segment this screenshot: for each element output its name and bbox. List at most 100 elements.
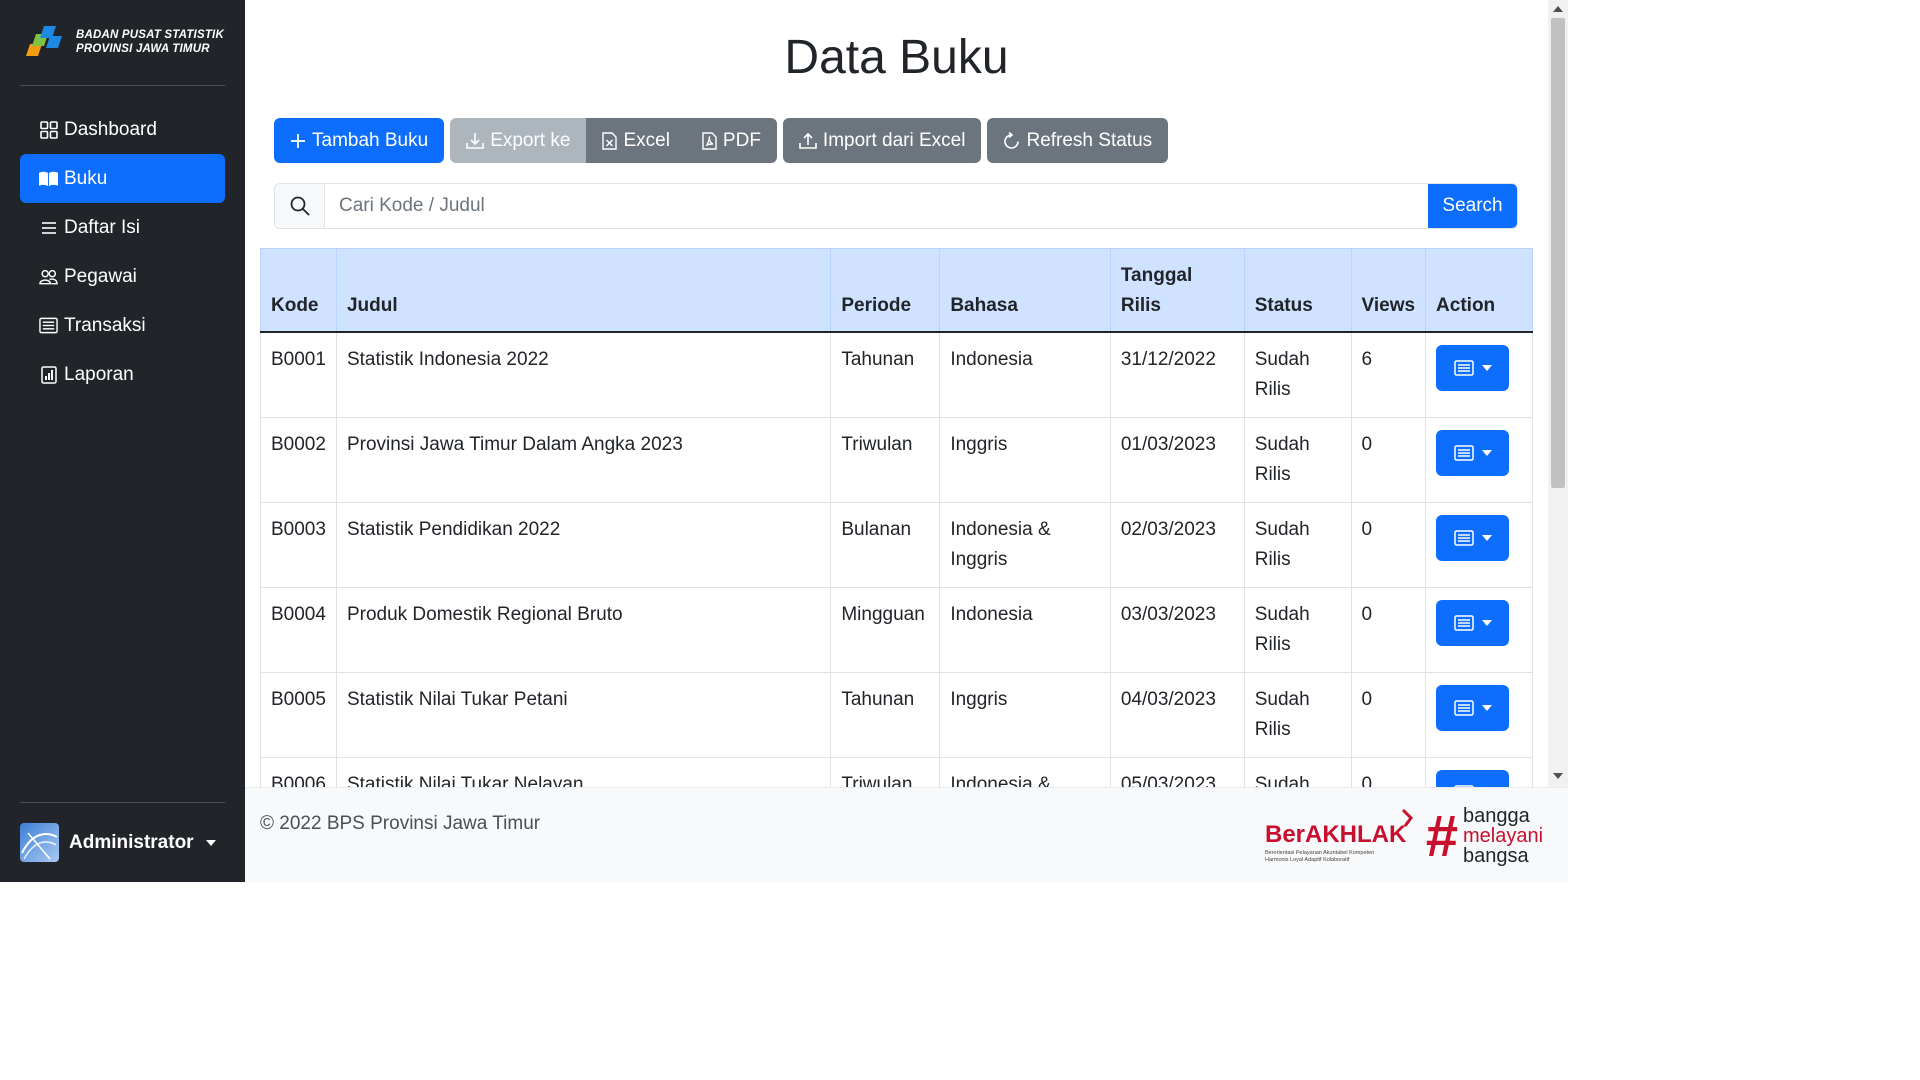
file-excel-icon [602, 131, 618, 150]
grid-icon [39, 120, 58, 139]
cell-tanggal: 02/03/2023 [1109, 502, 1245, 588]
cell-status: Sudah Rilis [1243, 672, 1352, 758]
export-pdf-button[interactable]: PDF [685, 118, 777, 163]
brand-line1: BADAN PUSAT STATISTIK [76, 29, 224, 41]
cell-action [1425, 417, 1533, 503]
cell-views: 0 [1350, 757, 1427, 787]
sidebar-item-label: Pegawai [64, 265, 137, 287]
export-excel-button[interactable]: Excel [586, 118, 686, 163]
row-action-dropdown[interactable] [1436, 345, 1510, 391]
scroll-thumb[interactable] [1551, 18, 1565, 488]
brand-line2: PROVINSI JAWA TIMUR [76, 43, 210, 55]
main-content: Data Buku Tambah Buku Export ke Excel PD… [245, 0, 1548, 787]
bar-chart-icon [39, 365, 58, 384]
cell-judul: Statistik Nilai Tukar Nelayan [335, 757, 832, 787]
cell-judul: Produk Domestik Regional Bruto [335, 587, 832, 673]
people-icon [39, 267, 58, 286]
col-header-kode[interactable]: Kode [260, 248, 337, 333]
card-list-icon [1453, 530, 1474, 546]
col-header-bahasa[interactable]: Bahasa [939, 248, 1111, 333]
add-book-button[interactable]: Tambah Buku [274, 118, 445, 163]
table-row: B0002 Provinsi Jawa Timur Dalam Angka 20… [260, 417, 1533, 503]
card-list-icon [1453, 700, 1474, 716]
cell-action [1425, 331, 1533, 418]
cell-kode: B0006 [260, 757, 337, 787]
cell-periode: Tahunan [830, 672, 941, 758]
copyright: © 2022 BPS Provinsi Jawa Timur [260, 813, 541, 834]
sidebar-item-label: Laporan [64, 363, 134, 385]
sidebar-nav: Dashboard Buku Daftar Isi Pegawai Transa… [20, 105, 225, 399]
col-header-periode[interactable]: Periode [830, 248, 941, 333]
sidebar-item-label: Buku [64, 167, 108, 189]
refresh-status-button[interactable]: Refresh Status [987, 118, 1169, 163]
sidebar-item-dashboard[interactable]: Dashboard [20, 105, 225, 154]
avatar [20, 823, 59, 862]
cell-bahasa: Indonesia [939, 331, 1111, 418]
card-list-icon [1453, 615, 1474, 631]
col-header-action: Action [1425, 248, 1533, 333]
cell-action [1425, 757, 1533, 787]
file-pdf-icon [702, 131, 717, 150]
col-header-status[interactable]: Status [1243, 248, 1352, 333]
table-row: B0006 Statistik Nilai Tukar Nelayan Triw… [260, 757, 1533, 787]
import-excel-button[interactable]: Import dari Excel [782, 118, 982, 163]
user-menu[interactable]: Administrator [20, 823, 216, 862]
scrollbar[interactable] [1548, 0, 1568, 787]
table-row: B0001 Statistik Indonesia 2022 Tahunan I… [260, 331, 1533, 418]
cell-bahasa: Indonesia & Inggris [939, 757, 1111, 787]
cell-action [1425, 502, 1533, 588]
col-header-tanggal-rilis[interactable]: Tanggal Rilis [1109, 248, 1245, 333]
refresh-icon [1004, 131, 1020, 149]
row-action-dropdown[interactable] [1436, 685, 1510, 731]
search-button[interactable]: Search [1428, 184, 1517, 228]
book-icon [39, 169, 58, 188]
pdf-label: PDF [722, 129, 761, 151]
cell-views: 0 [1350, 587, 1427, 673]
toolbar: Tambah Buku Export ke Excel PDF Import d… [274, 118, 1169, 163]
col-header-judul[interactable]: Judul [335, 248, 832, 333]
cell-status: Sudah Rilis [1243, 331, 1352, 418]
cell-kode: B0002 [260, 417, 337, 503]
row-action-dropdown[interactable] [1436, 430, 1510, 476]
sidebar-item-label: Transaksi [64, 314, 146, 336]
user-name: Administrator [69, 831, 194, 853]
sidebar-item-laporan[interactable]: Laporan [20, 350, 225, 399]
cell-status: Sudah Rilis [1243, 587, 1352, 673]
chevron-down-icon [205, 839, 216, 846]
berakhlak-logo-text: BerAKHLAK [1265, 821, 1407, 848]
row-action-dropdown[interactable] [1436, 515, 1510, 561]
row-action-dropdown[interactable] [1436, 600, 1510, 646]
sidebar-item-buku[interactable]: Buku [20, 154, 225, 203]
berakhlak-logo: BerAKHLAK Berorientasi Pelayanan Akuntab… [1265, 808, 1413, 863]
scroll-down-icon[interactable] [1553, 773, 1563, 779]
sidebar-item-transaksi[interactable]: Transaksi [20, 301, 225, 350]
row-action-dropdown[interactable] [1436, 770, 1510, 787]
table-row: B0003 Statistik Pendidikan 2022 Bulanan … [260, 502, 1533, 588]
chevron-down-icon [1481, 620, 1492, 626]
export-label-button: Export ke [450, 118, 587, 163]
cell-views: 0 [1350, 417, 1427, 503]
brand-text: BADAN PUSAT STATISTIK PROVINSI JAWA TIMU… [76, 28, 224, 56]
svg-text:Harmonis Loyal Adaptif Kolabor: Harmonis Loyal Adaptif Kolaboratif [1265, 857, 1350, 863]
col-header-views[interactable]: Views [1350, 248, 1427, 333]
table-row: B0004 Produk Domestik Regional Bruto Min… [260, 587, 1533, 673]
search-input[interactable] [325, 184, 1428, 228]
cell-bahasa: Indonesia & Inggris [939, 502, 1111, 588]
svg-text:bangsa: bangsa [1463, 845, 1529, 866]
scroll-up-icon[interactable] [1553, 6, 1563, 12]
import-label: Import dari Excel [822, 129, 966, 151]
cell-views: 6 [1350, 331, 1427, 418]
sidebar-item-pegawai[interactable]: Pegawai [20, 252, 225, 301]
sidebar-item-label: Dashboard [64, 118, 157, 140]
cell-tanggal: 05/03/2023 [1109, 757, 1245, 787]
add-book-label: Tambah Buku [312, 129, 429, 151]
plus-icon [291, 133, 305, 148]
brand[interactable]: BADAN PUSAT STATISTIK PROVINSI JAWA TIMU… [22, 22, 224, 62]
card-list-icon [39, 316, 58, 335]
export-group: Export ke Excel PDF [450, 118, 777, 163]
page-title: Data Buku [784, 31, 1009, 84]
sidebar-item-daftar-isi[interactable]: Daftar Isi [20, 203, 225, 252]
refresh-label: Refresh Status [1026, 129, 1153, 151]
cell-periode: Tahunan [830, 331, 941, 418]
cell-bahasa: Inggris [939, 417, 1111, 503]
